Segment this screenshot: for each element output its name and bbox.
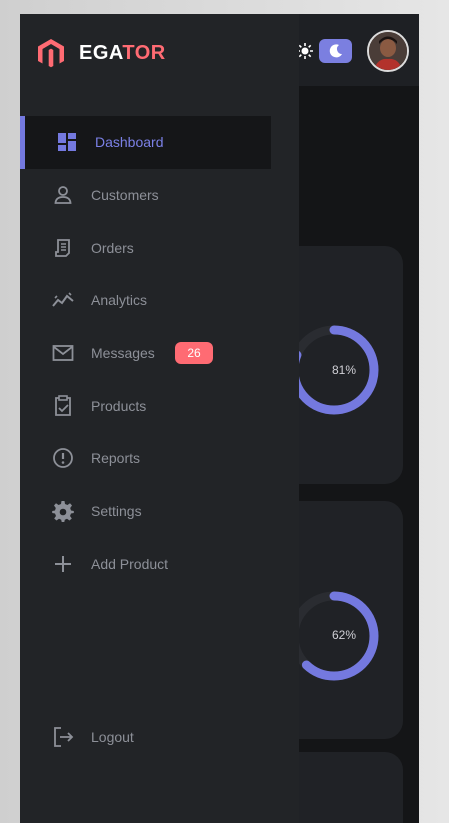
mail-icon xyxy=(52,342,74,364)
sidebar-item-orders[interactable]: Orders xyxy=(20,221,299,274)
sidebar-item-label: Customers xyxy=(91,187,159,204)
sidebar-item-label: Settings xyxy=(91,503,142,520)
receipt-icon xyxy=(52,237,74,259)
sidebar-item-customers[interactable]: Customers xyxy=(20,169,299,222)
sidebar-item-products[interactable]: Products xyxy=(20,379,299,432)
sidebar-item-label: Add Product xyxy=(91,555,169,572)
percent-label: 62% xyxy=(331,628,357,642)
app-window: 81% 62% EGATOR Dashboard Customers Order… xyxy=(20,14,419,823)
sidebar-nav: Dashboard Customers Orders Analytics Mes… xyxy=(20,116,299,590)
sidebar-item-reports[interactable]: Reports xyxy=(20,432,299,485)
sidebar-item-dashboard[interactable]: Dashboard xyxy=(20,116,271,169)
logout-button[interactable]: Logout xyxy=(20,711,299,763)
sidebar-item-label: Reports xyxy=(91,450,141,467)
analytics-icon xyxy=(52,289,74,311)
sidebar-item-label: Messages xyxy=(91,345,155,362)
sidebar-item-settings[interactable]: Settings xyxy=(20,485,299,538)
avatar[interactable] xyxy=(367,30,409,72)
person-icon xyxy=(52,184,74,206)
message-count-badge: 26 xyxy=(175,342,213,365)
plus-icon xyxy=(52,553,74,575)
logout-label: Logout xyxy=(91,729,134,745)
brand-name: EGATOR xyxy=(79,41,166,64)
gear-icon xyxy=(52,500,74,523)
clipboard-icon xyxy=(52,394,74,417)
theme-toggle[interactable] xyxy=(319,39,352,63)
sidebar-item-label: Products xyxy=(91,397,147,414)
sidebar: EGATOR Dashboard Customers Orders Analyt… xyxy=(20,14,299,823)
percent-label: 81% xyxy=(331,363,357,377)
sidebar-item-label: Orders xyxy=(91,239,134,256)
sidebar-item-messages[interactable]: Messages 26 xyxy=(20,327,299,380)
sidebar-item-analytics[interactable]: Analytics xyxy=(20,274,299,327)
sidebar-item-add-product[interactable]: Add Product xyxy=(20,538,299,591)
moon-icon xyxy=(328,43,344,59)
dashboard-icon xyxy=(56,131,78,153)
logout-icon xyxy=(52,726,74,748)
sidebar-item-label: Dashboard xyxy=(95,134,164,151)
sidebar-item-label: Analytics xyxy=(91,292,148,309)
logo-icon xyxy=(38,39,64,68)
brand[interactable]: EGATOR xyxy=(36,38,166,68)
info-icon xyxy=(52,447,74,469)
